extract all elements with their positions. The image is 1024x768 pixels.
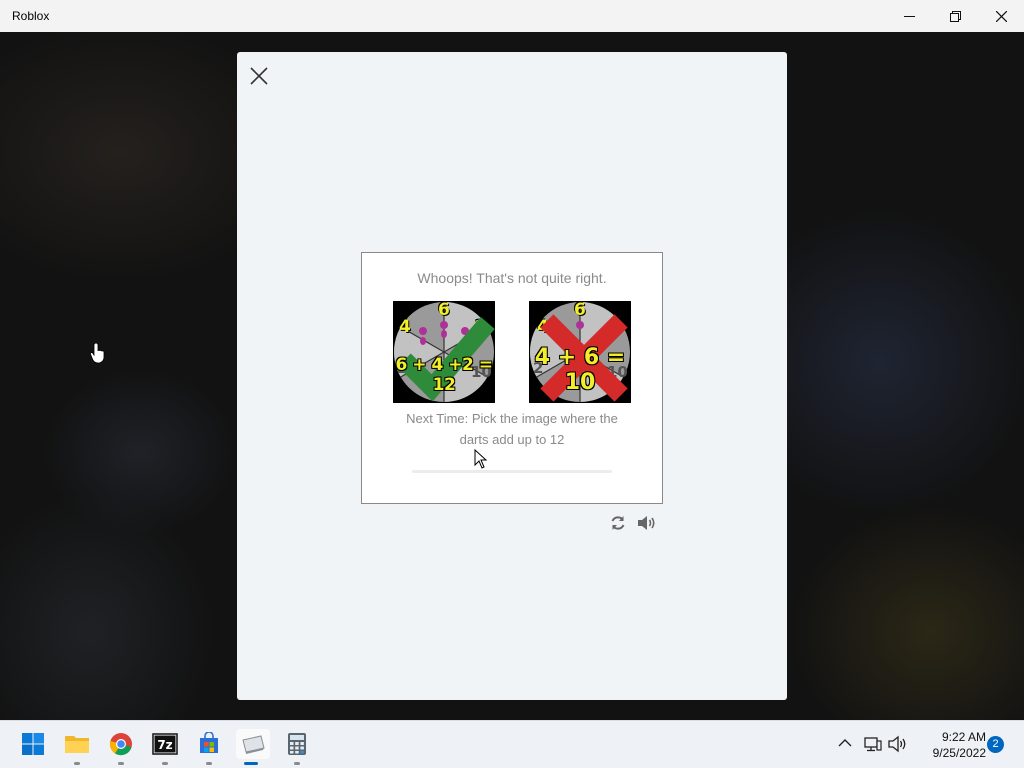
volume-icon[interactable] (888, 735, 908, 753)
captcha-panel: Whoops! That's not quite right. 4 6 2 2 … (361, 252, 663, 504)
close-icon (995, 10, 1007, 22)
taskbar-chrome[interactable] (106, 729, 136, 765)
close-window-button[interactable] (978, 0, 1024, 32)
equation-label: 4 + 6 = 10 (534, 345, 626, 395)
start-button[interactable] (18, 729, 48, 759)
clock-date: 9/25/2022 (932, 746, 986, 760)
hand-cursor-icon (90, 342, 105, 364)
running-indicator (206, 762, 212, 765)
clock-time: 9:22 AM (941, 730, 986, 744)
running-indicator (294, 762, 300, 765)
taskbar-calculator[interactable] (282, 729, 312, 765)
restore-button[interactable] (932, 0, 978, 32)
notification-badge[interactable]: 2 (987, 736, 1004, 753)
minimize-button[interactable] (886, 0, 932, 32)
instruction-text: Next Time: Pick the image where the dart… (406, 411, 618, 447)
chevron-up-icon[interactable] (838, 738, 852, 748)
taskbar-file-explorer[interactable] (62, 729, 92, 765)
chrome-icon (109, 733, 132, 756)
running-indicator (74, 762, 80, 765)
clock[interactable]: 9:22 AM 9/25/2022 (912, 729, 986, 761)
taskbar-store[interactable] (194, 729, 224, 765)
file-explorer-icon (65, 736, 89, 753)
captcha-image-correct[interactable]: 4 6 2 2 10 6 + 4 +2 = 12 (393, 301, 495, 403)
start-icon (22, 733, 44, 755)
svg-text:7z: 7z (157, 738, 172, 752)
mouse-pointer-icon (474, 449, 488, 469)
equation-label: 6 + 4 +2 = 12 (395, 355, 493, 395)
refresh-icon[interactable] (609, 514, 627, 532)
title-bar: Roblox (0, 0, 1024, 32)
roblox-icon (242, 735, 265, 754)
store-icon (200, 732, 218, 753)
running-indicator (244, 762, 258, 765)
close-dialog-icon[interactable] (249, 66, 269, 86)
minimize-icon (903, 15, 915, 17)
taskbar-roblox[interactable] (236, 729, 270, 765)
taskbar-7zip[interactable]: 7z (150, 729, 180, 765)
running-indicator (118, 762, 124, 765)
captcha-image-incorrect[interactable]: 4 6 2 2 10 4 + 6 = 10 (529, 301, 631, 403)
network-icon[interactable] (864, 735, 882, 753)
window-controls (886, 0, 1024, 32)
restore-icon (949, 10, 961, 22)
progress-bar (412, 470, 612, 473)
error-message: Whoops! That's not quite right. (417, 270, 607, 286)
calculator-icon (288, 733, 306, 755)
captcha-dialog: Whoops! That's not quite right. 4 6 2 2 … (237, 52, 787, 700)
app-title: Roblox (12, 9, 50, 23)
7zip-icon: 7z (152, 733, 178, 755)
audio-icon[interactable] (637, 514, 657, 532)
running-indicator (162, 762, 168, 765)
taskbar: 7z 9:22 AM 9/25/2022 (0, 720, 1024, 768)
